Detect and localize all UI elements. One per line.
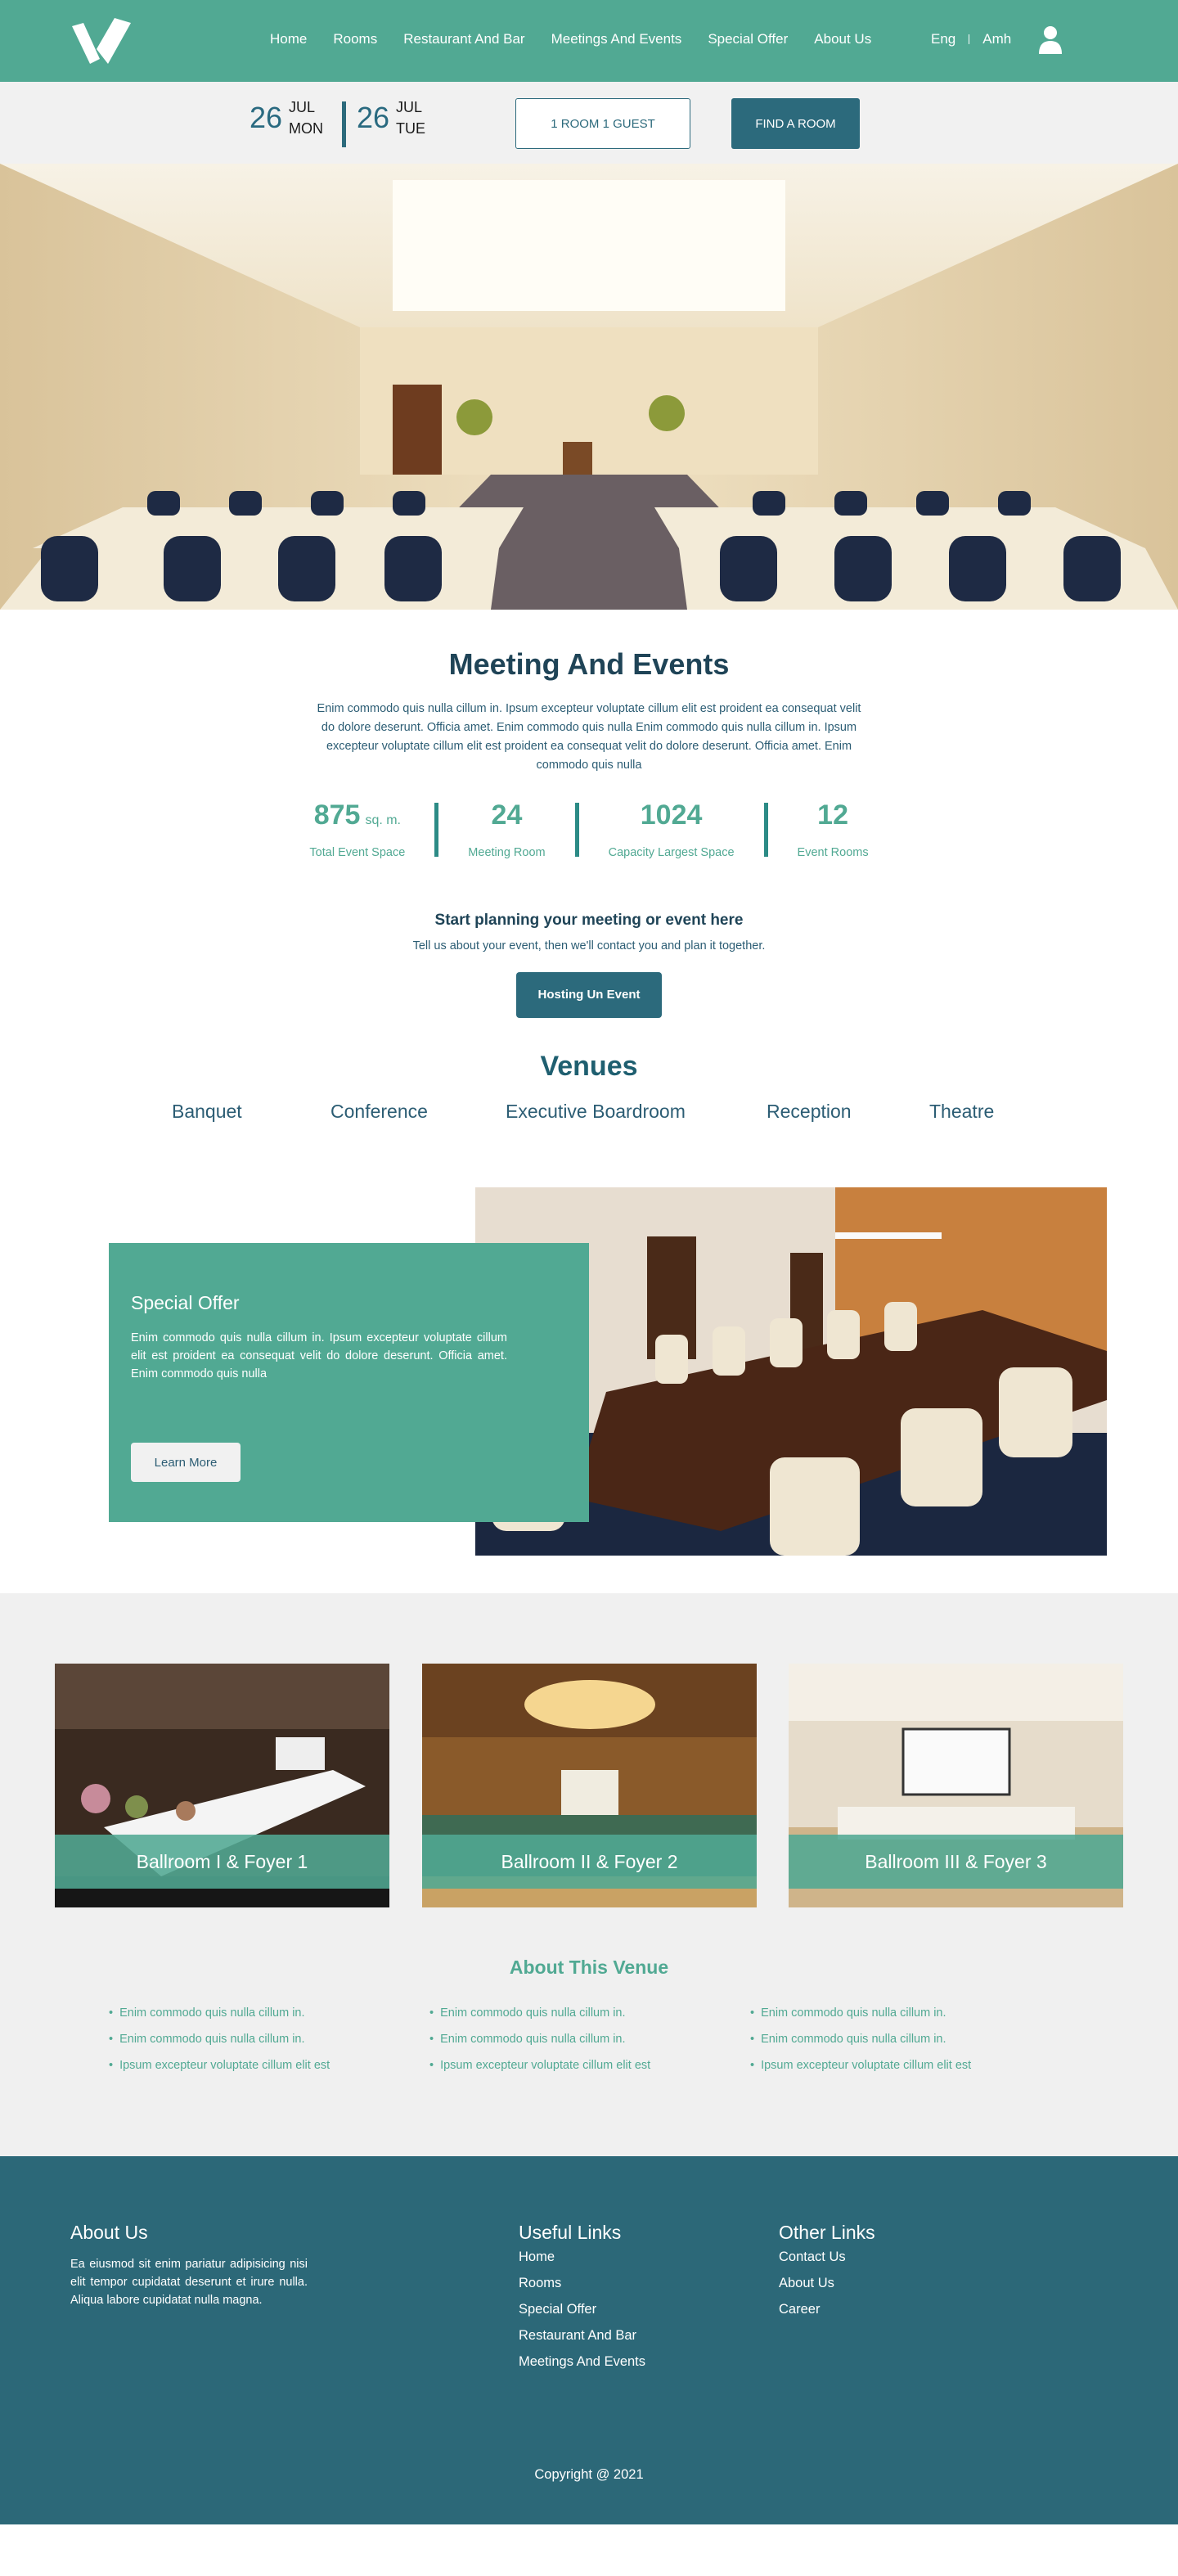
ballroom-caption: Ballroom III & Foyer 3 [789, 1835, 1123, 1889]
room-guest-selector[interactable]: 1 ROOM 1 GUEST [515, 98, 690, 149]
list-item: Enim commodo quis nulla cillum in. [750, 2006, 971, 2020]
ballrooms-section: Ballroom I & Foyer 1 Ballroom II & Foyer… [0, 1593, 1178, 2156]
footer-link-restaurant[interactable]: Restaurant And Bar [519, 2322, 645, 2349]
ballroom-card-1[interactable]: Ballroom I & Foyer 1 [55, 1664, 389, 1907]
tab-reception[interactable]: Reception [767, 1101, 852, 1123]
booking-bar: 26 JUL MON 26 JUL TUE 1 ROOM 1 GUEST FIN… [0, 82, 1178, 164]
footer-link-special-offer[interactable]: Special Offer [519, 2296, 645, 2322]
footer-link-home[interactable]: Home [519, 2244, 645, 2270]
ballroom-caption: Ballroom I & Foyer 1 [55, 1835, 389, 1889]
venues-title: Venues [540, 1051, 638, 1082]
lang-amharic[interactable]: Amh [982, 31, 1011, 47]
offer-title: Special Offer [131, 1292, 240, 1313]
nav-restaurant[interactable]: Restaurant And Bar [403, 31, 524, 47]
venue-tabs: Banquet Conference Executive Boardroom R… [0, 1101, 1178, 1133]
meeting-description: Enim commodo quis nulla cillum in. Ipsum… [317, 702, 861, 772]
learn-more-button[interactable]: Learn More [131, 1443, 241, 1482]
footer-link-career[interactable]: Career [779, 2296, 875, 2322]
language-switcher: Eng Amh [931, 31, 1011, 47]
stats-row: 875 sq. m. Total Event Space 24 Meeting R… [0, 799, 1178, 859]
hero-image [0, 164, 1178, 610]
offer-text: Enim commodo quis nulla cillum in. Ipsum… [131, 1331, 507, 1380]
tab-executive-boardroom[interactable]: Executive Boardroom [506, 1101, 686, 1123]
stat-value: 12 [817, 799, 848, 831]
stat-value: 1024 [640, 799, 703, 831]
lang-english[interactable]: Eng [931, 31, 955, 47]
special-offer-section: Special Offer Enim commodo quis nulla ci… [0, 1133, 1178, 1593]
footer-useful-links: Useful Links Home Rooms Special Offer Re… [519, 2222, 645, 2375]
footer-about-text: Ea eiusmod sit enim pariatur adipisicing… [70, 2258, 308, 2307]
list-item: Enim commodo quis nulla cillum in. [109, 2006, 330, 2020]
feature-list-2: Enim commodo quis nulla cillum in. Enim … [429, 2006, 650, 2085]
footer-about: About Us Ea eiusmod sit enim pariatur ad… [70, 2222, 308, 2309]
list-item: Enim commodo quis nulla cillum in. [750, 2033, 971, 2046]
plan-subtitle: Tell us about your event, then we'll con… [412, 939, 766, 952]
stat-label: Total Event Space [309, 846, 406, 859]
date-divider [342, 101, 346, 147]
venue-features: Enim commodo quis nulla cillum in. Enim … [0, 2006, 1178, 2096]
nav-meetings[interactable]: Meetings And Events [551, 31, 682, 47]
checkin-weekday: MON [289, 120, 324, 137]
copyright: Copyright @ 2021 [534, 2467, 644, 2482]
footer-useful-title: Useful Links [519, 2222, 622, 2243]
stat-total-space: 875 sq. m. Total Event Space [280, 799, 434, 859]
find-room-button[interactable]: FIND A ROOM [731, 98, 860, 149]
stat-label: Meeting Room [468, 846, 546, 859]
checkout-month: JUL [396, 99, 423, 115]
footer-other-title: Other Links [779, 2222, 875, 2243]
checkin-month: JUL [289, 99, 316, 115]
nav-special-offer[interactable]: Special Offer [708, 31, 788, 47]
feature-list-3: Enim commodo quis nulla cillum in. Enim … [750, 2006, 971, 2085]
checkout-weekday: TUE [396, 120, 426, 137]
logo-icon[interactable] [72, 16, 133, 65]
ballroom-cards: Ballroom I & Foyer 1 Ballroom II & Foyer… [0, 1664, 1178, 1907]
page-title: Meeting And Events [448, 647, 730, 681]
about-venue-title: About This Venue [509, 1957, 669, 1978]
checkout-date[interactable]: 26 JUL TUE [357, 97, 425, 139]
list-item: Enim commodo quis nulla cillum in. [429, 2006, 650, 2020]
list-item: Ipsum excepteur voluptate cillum elit es… [750, 2059, 971, 2072]
footer-about-title: About Us [70, 2222, 148, 2243]
nav-home[interactable]: Home [270, 31, 307, 47]
list-item: Enim commodo quis nulla cillum in. [429, 2033, 650, 2046]
footer-link-rooms[interactable]: Rooms [519, 2270, 645, 2296]
host-event-button[interactable]: Hosting Un Event [516, 972, 662, 1018]
ballroom-card-2[interactable]: Ballroom II & Foyer 2 [422, 1664, 757, 1907]
stat-unit: sq. m. [365, 813, 401, 827]
main-nav: Home Rooms Restaurant And Bar Meetings A… [270, 31, 897, 47]
stat-capacity: 1024 Capacity Largest Space [579, 799, 764, 859]
footer-link-about[interactable]: About Us [779, 2270, 875, 2296]
stat-label: Capacity Largest Space [608, 846, 735, 859]
stat-label: Event Rooms [797, 846, 869, 859]
checkout-day: 26 [357, 101, 390, 135]
nav-about[interactable]: About Us [814, 31, 871, 47]
meeting-section: Meeting And Events Enim commodo quis nul… [0, 610, 1178, 1133]
footer-link-meetings[interactable]: Meetings And Events [519, 2349, 645, 2375]
tab-banquet[interactable]: Banquet [172, 1101, 242, 1123]
checkin-date[interactable]: 26 JUL MON [250, 97, 323, 139]
footer-link-contact[interactable]: Contact Us [779, 2244, 875, 2270]
checkin-day: 26 [250, 101, 283, 135]
nav-rooms[interactable]: Rooms [333, 31, 377, 47]
tab-theatre[interactable]: Theatre [929, 1101, 994, 1123]
list-item: Ipsum excepteur voluptate cillum elit es… [109, 2059, 330, 2072]
stat-event-rooms: 12 Event Rooms [768, 799, 898, 859]
special-offer-card: Special Offer Enim commodo quis nulla ci… [109, 1243, 589, 1522]
stat-meeting-room: 24 Meeting Room [438, 799, 574, 859]
site-footer: About Us Ea eiusmod sit enim pariatur ad… [0, 2156, 1178, 2524]
ballroom-card-3[interactable]: Ballroom III & Foyer 3 [789, 1664, 1123, 1907]
tab-conference[interactable]: Conference [330, 1101, 428, 1123]
conference-hall-photo [0, 164, 1178, 610]
stat-value: 24 [491, 799, 523, 831]
plan-title: Start planning your meeting or event her… [434, 912, 744, 929]
footer-other-links: Other Links Contact Us About Us Career [779, 2222, 875, 2322]
stat-value: 875 [313, 799, 361, 831]
feature-list-1: Enim commodo quis nulla cillum in. Enim … [109, 2006, 330, 2085]
site-header: Home Rooms Restaurant And Bar Meetings A… [0, 0, 1178, 82]
list-item: Ipsum excepteur voluptate cillum elit es… [429, 2059, 650, 2072]
list-item: Enim commodo quis nulla cillum in. [109, 2033, 330, 2046]
user-icon[interactable] [1037, 25, 1063, 54]
ballroom-caption: Ballroom II & Foyer 2 [422, 1835, 757, 1889]
